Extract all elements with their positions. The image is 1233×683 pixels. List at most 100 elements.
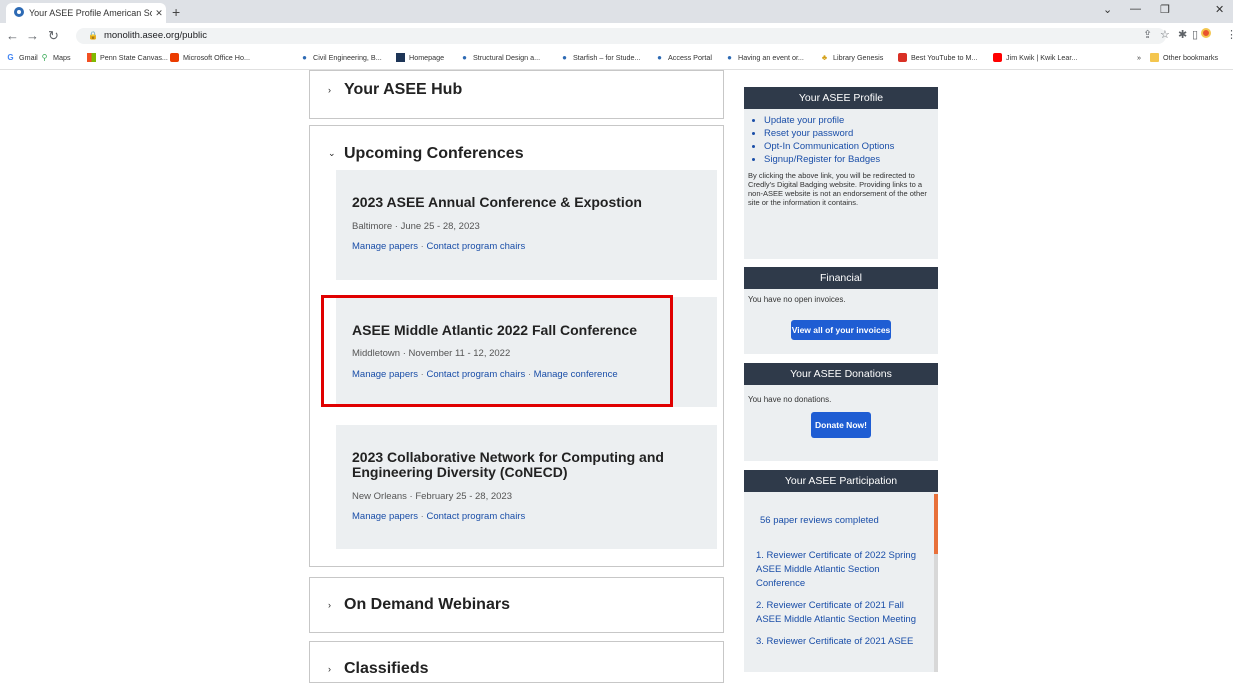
bookmark-label: Starfish – for Stude... xyxy=(573,53,641,62)
profile-extension-icon[interactable] xyxy=(1201,28,1211,38)
participation-scroll-thumb[interactable] xyxy=(934,494,938,554)
bookmark-label: Civil Engineering, B... xyxy=(313,53,382,62)
certificates-list: 1. Reviewer Certificate of 2022 Spring A… xyxy=(744,526,934,649)
tab-search-icon[interactable]: ⌄ xyxy=(1103,3,1112,16)
browser-tab[interactable]: Your ASEE Profile American Socie ✕ xyxy=(6,3,166,23)
bookmark-label: Penn State Canvas... xyxy=(100,53,168,62)
bookmark-civil[interactable]: ● Civil Engineering, B... xyxy=(300,53,382,62)
update-profile-link[interactable]: Update your profile xyxy=(764,115,938,126)
url-field[interactable]: 🔒 monolith.asee.org/public xyxy=(76,28,1166,44)
bookmark-label: Other bookmarks xyxy=(1163,53,1219,62)
manage-papers-link[interactable]: Manage papers xyxy=(352,511,418,522)
hub-title: Your ASEE Hub xyxy=(344,81,463,98)
manage-papers-link[interactable]: Manage papers xyxy=(352,241,418,252)
tab-title: Your ASEE Profile American Socie xyxy=(29,8,152,18)
bookmark-starfish[interactable]: ● Starfish – for Stude... xyxy=(560,53,641,62)
bookmark-office[interactable]: Microsoft Office Ho... xyxy=(170,53,250,62)
conference-title: 2023 Collaborative Network for Computing… xyxy=(352,449,664,480)
share-icon[interactable]: ⇪ xyxy=(1143,28,1152,41)
certificate-link[interactable]: 1. Reviewer Certificate of 2022 Spring A… xyxy=(756,549,926,591)
conference-meta: Baltimore · June 25 - 28, 2023 xyxy=(352,221,480,232)
lock-icon: 🔒 xyxy=(88,31,98,40)
opt-in-communication-link[interactable]: Opt-In Communication Options xyxy=(764,141,938,152)
asee-icon: ● xyxy=(727,53,732,62)
hub-toggle[interactable]: › Your ASEE Hub xyxy=(328,81,462,99)
bookmark-gmail[interactable]: G Gmail xyxy=(6,53,38,62)
bookmark-label: Having an event or... xyxy=(738,53,804,62)
classifieds-title: Classifieds xyxy=(344,660,429,677)
back-icon[interactable]: ← xyxy=(6,28,19,43)
minimize-icon[interactable]: — xyxy=(1130,3,1141,15)
conference-meta: New Orleans · February 25 - 28, 2023 xyxy=(352,491,512,502)
bookmark-structural[interactable]: ● Structural Design a... xyxy=(460,53,540,62)
chevron-right-icon: › xyxy=(328,84,331,95)
library-icon: ♣ xyxy=(821,53,828,62)
sidepanel-icon[interactable]: ▯ xyxy=(1192,28,1198,41)
reset-password-link[interactable]: Reset your password xyxy=(764,128,938,139)
participation-header: Your ASEE Participation xyxy=(744,470,938,492)
bookmark-label: Access Portal xyxy=(668,53,712,62)
bookmarks-bar: G Gmail ⚲ Maps Penn State Canvas... Micros… xyxy=(0,49,1233,70)
bookmark-canvas[interactable]: Penn State Canvas... xyxy=(87,53,168,62)
chevron-down-icon: ⌄ xyxy=(328,148,336,159)
upcoming-toggle[interactable]: ⌄ Upcoming Conferences xyxy=(328,145,524,163)
webinars-title: On Demand Webinars xyxy=(344,596,510,613)
register-badges-link[interactable]: Signup/Register for Badges xyxy=(764,154,938,165)
hub-card: › Your ASEE Hub xyxy=(309,70,724,119)
menu-icon[interactable]: ⋮ xyxy=(1226,28,1233,41)
bookmark-library[interactable]: ♣ Library Genesis xyxy=(820,53,883,62)
bookmark-maps[interactable]: ⚲ Maps xyxy=(40,53,71,62)
extensions-icon[interactable]: ✱ xyxy=(1178,28,1187,41)
restore-icon[interactable]: ❐ xyxy=(1160,3,1170,16)
bookmark-star-icon[interactable]: ☆ xyxy=(1160,28,1170,41)
maps-pin-icon: ⚲ xyxy=(41,53,48,62)
contact-program-chairs-link[interactable]: Contact program chairs xyxy=(426,241,525,252)
conference-links: Manage papers · Contact program chairs xyxy=(352,241,526,252)
asee-favicon-icon xyxy=(14,7,24,19)
bookmark-access-portal[interactable]: ● Access Portal xyxy=(655,53,712,62)
upcoming-title: Upcoming Conferences xyxy=(344,145,524,162)
donations-text: You have no donations. xyxy=(748,395,832,404)
reviews-count-link[interactable]: 56 paper reviews completed xyxy=(744,492,938,526)
conference-card: 2023 Collaborative Network for Computing… xyxy=(336,425,717,549)
donations-panel: Your ASEE Donations You have no donation… xyxy=(744,363,938,461)
bookmark-label: Homepage xyxy=(409,53,445,62)
bookmarks-overflow-icon[interactable]: » xyxy=(1137,53,1141,62)
classifieds-card: › Classifieds xyxy=(309,641,724,683)
donate-now-button[interactable]: Donate Now! xyxy=(811,412,871,438)
reload-icon[interactable]: ↻ xyxy=(48,28,59,44)
bookmark-label: Jim Kwik | Kwik Lear... xyxy=(1006,53,1078,62)
bookmark-youtube-mp3[interactable]: Best YouTube to M... xyxy=(898,53,977,62)
certificate-link[interactable]: 3. Reviewer Certificate of 2021 ASEE xyxy=(756,635,926,649)
bookmark-label: Maps xyxy=(53,53,71,62)
profile-panel: Your ASEE Profile Update your profile Re… xyxy=(744,87,938,259)
office-icon xyxy=(170,53,179,62)
other-bookmarks[interactable]: Other bookmarks xyxy=(1150,53,1218,62)
donations-header: Your ASEE Donations xyxy=(744,363,938,385)
bookmark-homepage[interactable]: Homepage xyxy=(396,53,444,62)
certificate-link[interactable]: 2. Reviewer Certificate of 2021 Fall ASE… xyxy=(756,599,926,627)
contact-program-chairs-link[interactable]: Contact program chairs xyxy=(426,511,525,522)
classifieds-toggle[interactable]: › Classifieds xyxy=(328,660,428,678)
bookmark-label: Gmail xyxy=(19,53,38,62)
tab-bar: Your ASEE Profile American Socie ✕ + ⌄ —… xyxy=(0,0,1233,23)
webinars-toggle[interactable]: › On Demand Webinars xyxy=(328,596,510,614)
address-toolbar: ← → ↻ 🔒 monolith.asee.org/public ⇪ ☆ ✱ ▯ … xyxy=(0,23,1233,49)
close-window-icon[interactable]: ✕ xyxy=(1215,3,1224,16)
chevron-right-icon: › xyxy=(328,599,331,610)
homepage-icon xyxy=(396,53,405,62)
conference-links: Manage papers · Contact program chairs xyxy=(352,511,526,522)
folder-icon xyxy=(1150,53,1159,62)
youtube-icon xyxy=(993,53,1002,62)
credly-note: By clicking the above link, you will be … xyxy=(748,171,927,207)
windows-icon xyxy=(87,53,96,62)
view-invoices-button[interactable]: View all of your invoices xyxy=(791,320,891,340)
bookmark-jim-kwik[interactable]: Jim Kwik | Kwik Lear... xyxy=(993,53,1077,62)
new-tab-icon[interactable]: + xyxy=(172,4,180,20)
conference-title: 2023 ASEE Annual Conference & Expostion xyxy=(352,194,642,210)
tab-close-icon[interactable]: ✕ xyxy=(152,8,166,19)
chevron-right-icon: › xyxy=(328,663,331,674)
forward-icon[interactable]: → xyxy=(26,28,39,43)
highlight-box xyxy=(321,295,673,407)
bookmark-event[interactable]: ● Having an event or... xyxy=(725,53,804,62)
